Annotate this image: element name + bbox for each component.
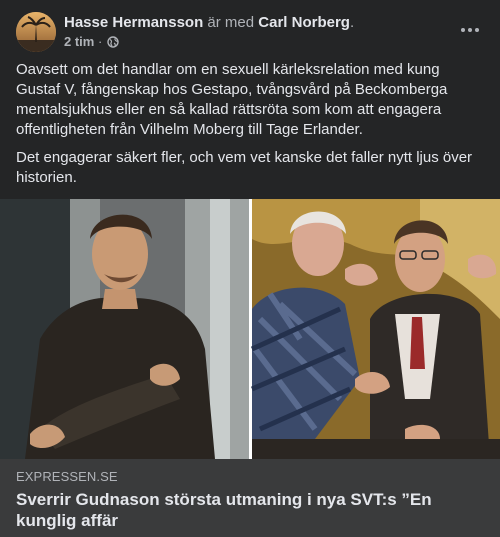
link-preview-image[interactable] bbox=[0, 199, 500, 459]
meta-separator: · bbox=[97, 34, 103, 49]
link-headline[interactable]: Sverrir Gudnason största utmaning i nya … bbox=[16, 489, 484, 531]
globe-icon[interactable] bbox=[107, 35, 119, 52]
with-text: är med bbox=[207, 14, 255, 31]
post-text: Oavsett om det handlar om en sexuell kär… bbox=[16, 60, 484, 196]
author-name[interactable]: Hasse Hermansson bbox=[64, 14, 203, 31]
post-timestamp[interactable]: 2 tim bbox=[64, 34, 94, 49]
tagged-suffix: . bbox=[349, 14, 355, 31]
link-domain: EXPRESSEN.SE bbox=[16, 469, 118, 484]
tagged-name[interactable]: Carl Norberg bbox=[258, 14, 350, 31]
post-paragraph-2: Det engagerar säkert fler, och vem vet k… bbox=[16, 149, 473, 186]
post-header: Hasse Hermansson är med Carl Norberg. 2 … bbox=[16, 10, 484, 54]
post-meta: 2 tim · bbox=[64, 33, 119, 52]
more-options-icon[interactable] bbox=[456, 16, 484, 44]
link-preview-box[interactable]: EXPRESSEN.SE Sverrir Gudnason största ut… bbox=[0, 459, 500, 537]
facebook-post: Hasse Hermansson är med Carl Norberg. 2 … bbox=[0, 0, 500, 537]
avatar[interactable] bbox=[16, 12, 56, 52]
author-line: Hasse Hermansson är med Carl Norberg. bbox=[64, 13, 354, 32]
post-paragraph-1: Oavsett om det handlar om en sexuell kär… bbox=[16, 61, 448, 138]
